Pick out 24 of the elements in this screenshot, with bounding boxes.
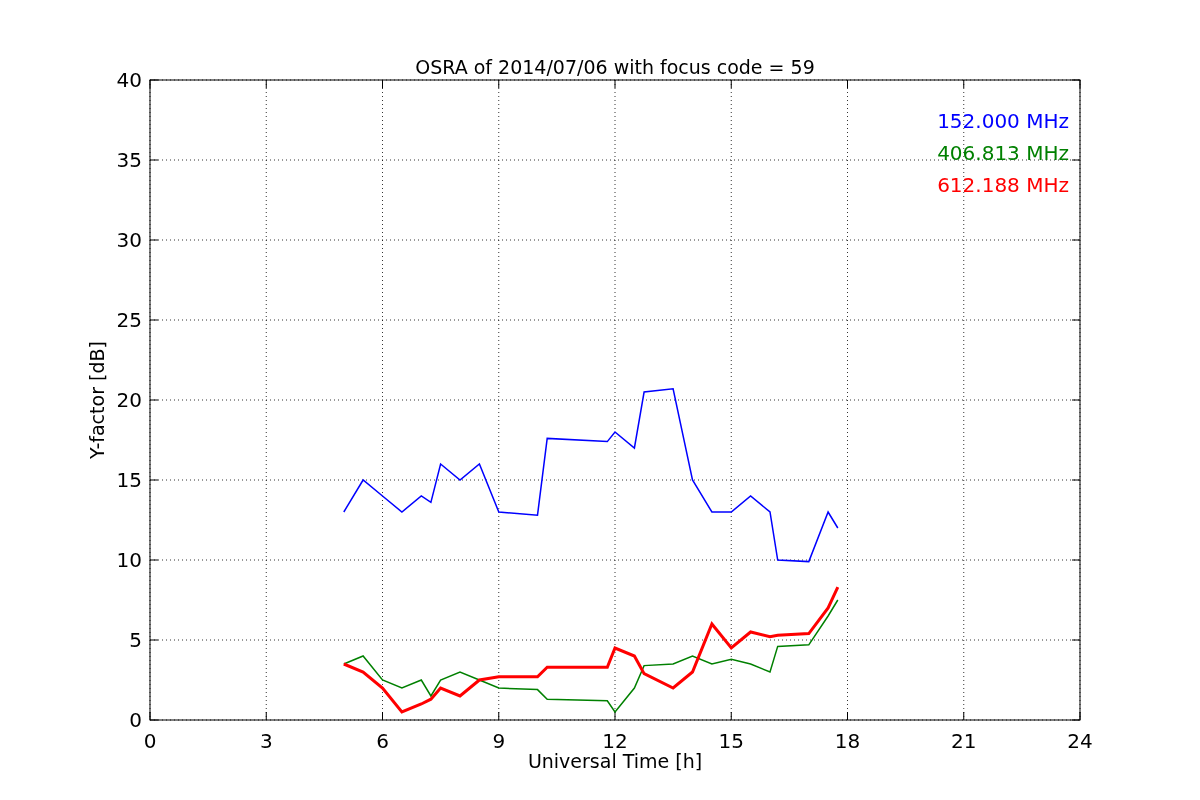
y-tick-label: 25 — [116, 308, 142, 332]
x-tick-label: 18 — [834, 729, 861, 753]
x-axis-label: Universal Time [h] — [527, 750, 703, 772]
x-tick-label: 15 — [718, 729, 744, 753]
y-tick-label: 10 — [116, 548, 142, 572]
x-tick-label: 12 — [602, 729, 628, 753]
x-tick-label: 0 — [143, 729, 157, 753]
x-tick-label: 21 — [951, 729, 977, 753]
y-tick-label: 20 — [116, 388, 142, 412]
y-tick-label: 35 — [116, 148, 142, 172]
y-axis-label: Y-factor [dB] — [86, 341, 108, 459]
x-tick-label: 6 — [376, 729, 389, 753]
y-tick-label: 30 — [116, 228, 142, 252]
legend-label: 152.000 MHz — [937, 109, 1069, 133]
x-tick-label: 9 — [492, 729, 506, 753]
legend-label: 612.188 MHz — [937, 173, 1069, 197]
y-tick-label: 0 — [129, 708, 142, 732]
y-tick-label: 5 — [129, 628, 142, 652]
chart-title: OSRA of 2014/07/06 with focus code = 59 — [415, 56, 815, 78]
y-tick-label: 40 — [116, 68, 142, 92]
x-tick-label: 3 — [259, 729, 273, 753]
legend-label: 406.813 MHz — [937, 141, 1069, 165]
y-tick-label: 15 — [116, 468, 142, 492]
x-tick-label: 24 — [1067, 729, 1093, 753]
